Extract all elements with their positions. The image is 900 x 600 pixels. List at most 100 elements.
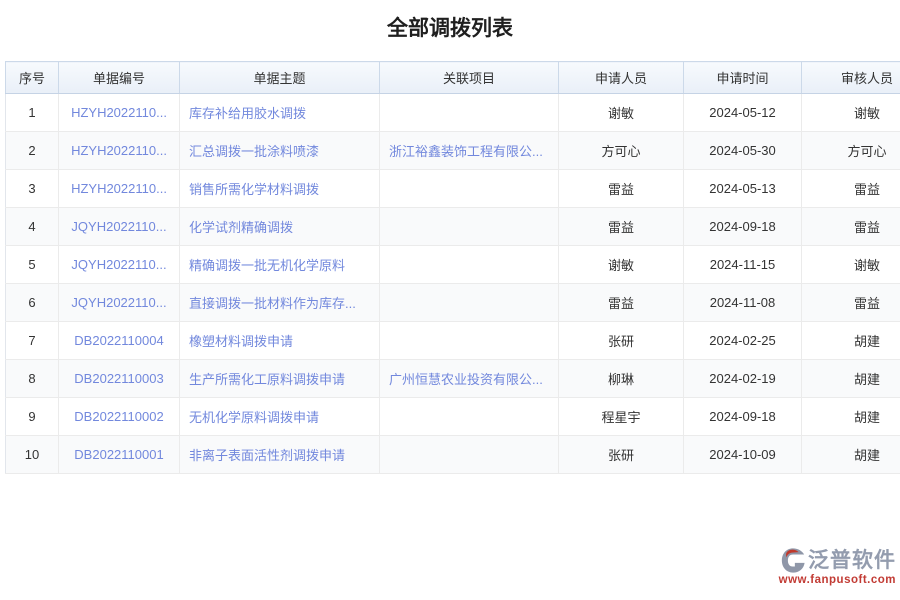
doc-no-link[interactable]: JQYH2022110...: [71, 257, 166, 272]
subject-link[interactable]: 化学试剂精确调拨: [189, 220, 293, 235]
cell-subject: 生产所需化工原料调拨申请: [180, 360, 380, 398]
subject-link[interactable]: 精确调拨一批无机化学原料: [189, 258, 345, 273]
table-row: 2 HZYH2022110... 汇总调拨一批涂料喷漆 浙江裕鑫装饰工程有限公... 方…: [6, 132, 900, 170]
cell-apply-time: 2024-09-18: [684, 398, 802, 436]
table-body: 1HZYH2022110...库存补给用胶水调拨谢敏2024-05-12谢敏2H…: [6, 94, 900, 474]
cell-project: [380, 436, 559, 474]
doc-no-link[interactable]: DB2022110004: [74, 333, 163, 348]
cell-reviewer: 雷益: [802, 208, 900, 246]
cell-apply-time: 2024-09-18: [684, 208, 802, 246]
subject-link[interactable]: 橡塑材料调拨申请: [189, 334, 293, 349]
cell-doc-no: DB2022110002: [59, 398, 180, 436]
subject-link[interactable]: 生产所需化工原料调拨申请: [189, 372, 345, 387]
table-row: 6JQYH2022110...直接调拨一批材料作为库存...雷益2024-11-…: [6, 284, 900, 322]
cell-apply-time: 2024-11-08: [684, 284, 802, 322]
doc-no-link[interactable]: HZYH2022110...: [71, 105, 167, 120]
cell-project: 浙江裕鑫装饰工程有限公...: [380, 132, 559, 170]
column-header-subject: 单据主题: [180, 62, 380, 94]
cell-index: 10: [6, 436, 59, 474]
doc-no-link[interactable]: JQYH2022110...: [71, 295, 166, 310]
cell-project: [380, 284, 559, 322]
table-row: 9DB2022110002无机化学原料调拨申请程星宇2024-09-18胡建: [6, 398, 900, 436]
table-row: 7DB2022110004橡塑材料调拨申请张研2024-02-25胡建: [6, 322, 900, 360]
cell-index: 7: [6, 322, 59, 360]
page-title: 全部调拨列表: [0, 0, 900, 43]
cell-reviewer: 胡建: [802, 360, 900, 398]
doc-no-link[interactable]: DB2022110002: [74, 409, 163, 424]
cell-reviewer: 谢敏: [802, 94, 900, 132]
cell-subject: 橡塑材料调拨申请: [180, 322, 380, 360]
project-link[interactable]: 浙江裕鑫装饰工程有限公...: [389, 144, 543, 159]
cell-reviewer: 谢敏: [802, 246, 900, 284]
cell-applicant: 张研: [559, 436, 684, 474]
subject-link[interactable]: 直接调拨一批材料作为库存...: [189, 296, 356, 311]
subject-link[interactable]: 库存补给用胶水调拨: [189, 106, 306, 121]
cell-applicant: 雷益: [559, 284, 684, 322]
cell-reviewer: 雷益: [802, 170, 900, 208]
cell-applicant: 柳琳: [559, 360, 684, 398]
table-header-row: 序号单据编号单据主题关联项目申请人员申请时间审核人员: [6, 62, 900, 94]
transfer-table-container: 序号单据编号单据主题关联项目申请人员申请时间审核人员 1HZYH2022110.…: [5, 61, 900, 474]
doc-no-link[interactable]: DB2022110001: [74, 447, 163, 462]
subject-link[interactable]: 无机化学原料调拨申请: [189, 410, 319, 425]
cell-reviewer: 胡建: [802, 398, 900, 436]
cell-subject: 库存补给用胶水调拨: [180, 94, 380, 132]
cell-doc-no: DB2022110001: [59, 436, 180, 474]
table-header: 序号单据编号单据主题关联项目申请人员申请时间审核人员: [6, 62, 900, 94]
cell-apply-time: 2024-05-30: [684, 132, 802, 170]
cell-project: [380, 322, 559, 360]
cell-doc-no: DB2022110003: [59, 360, 180, 398]
subject-link[interactable]: 非离子表面活性剂调拨申请: [189, 448, 345, 463]
cell-index: 2: [6, 132, 59, 170]
cell-apply-time: 2024-02-25: [684, 322, 802, 360]
cell-applicant: 谢敏: [559, 246, 684, 284]
column-header-doc-no: 单据编号: [59, 62, 180, 94]
cell-apply-time: 2024-10-09: [684, 436, 802, 474]
subject-link[interactable]: 销售所需化学材料调拨: [189, 182, 319, 197]
cell-reviewer: 方可心: [802, 132, 900, 170]
cell-project: [380, 246, 559, 284]
cell-subject: 直接调拨一批材料作为库存...: [180, 284, 380, 322]
cell-apply-time: 2024-05-13: [684, 170, 802, 208]
cell-reviewer: 胡建: [802, 436, 900, 474]
subject-link[interactable]: 汇总调拨一批涂料喷漆: [189, 144, 319, 159]
table-row: 4 JQYH2022110... 化学试剂精确调拨 雷益2024-09-18雷益: [6, 208, 900, 246]
cell-project: [380, 170, 559, 208]
cell-doc-no: HZYH2022110...: [59, 132, 180, 170]
table-row: 5 JQYH2022110... 精确调拨一批无机化学原料 谢敏2024-11-15谢…: [6, 246, 900, 284]
project-link[interactable]: 广州恒慧农业投资有限公...: [389, 372, 543, 387]
cell-index: 5: [6, 246, 59, 284]
cell-applicant: 张研: [559, 322, 684, 360]
cell-doc-no: HZYH2022110...: [59, 94, 180, 132]
doc-no-link[interactable]: HZYH2022110...: [71, 181, 167, 196]
cell-applicant: 谢敏: [559, 94, 684, 132]
brand-url: www.fanpusoft.com: [779, 574, 896, 586]
cell-applicant: 方可心: [559, 132, 684, 170]
doc-no-link[interactable]: JQYH2022110...: [71, 219, 166, 234]
cell-subject: 无机化学原料调拨申请: [180, 398, 380, 436]
table-row: 1HZYH2022110...库存补给用胶水调拨谢敏2024-05-12谢敏: [6, 94, 900, 132]
cell-doc-no: JQYH2022110...: [59, 246, 180, 284]
transfer-table: 序号单据编号单据主题关联项目申请人员申请时间审核人员 1HZYH2022110.…: [5, 61, 900, 474]
cell-subject: 销售所需化学材料调拨: [180, 170, 380, 208]
cell-project: [380, 398, 559, 436]
column-header-reviewer: 审核人员: [802, 62, 900, 94]
cell-index: 4: [6, 208, 59, 246]
fanpu-watermark: 泛普软件 www.fanpusoft.com: [756, 547, 896, 586]
column-header-applicant: 申请人员: [559, 62, 684, 94]
cell-project: 广州恒慧农业投资有限公...: [380, 360, 559, 398]
doc-no-link[interactable]: HZYH2022110...: [71, 143, 167, 158]
column-header-index: 序号: [6, 62, 59, 94]
doc-no-link[interactable]: DB2022110003: [74, 371, 163, 386]
cell-index: 3: [6, 170, 59, 208]
cell-applicant: 雷益: [559, 208, 684, 246]
cell-subject: 精确调拨一批无机化学原料: [180, 246, 380, 284]
cell-doc-no: DB2022110004: [59, 322, 180, 360]
cell-apply-time: 2024-02-19: [684, 360, 802, 398]
cell-subject: 汇总调拨一批涂料喷漆: [180, 132, 380, 170]
cell-project: [380, 208, 559, 246]
cell-apply-time: 2024-11-15: [684, 246, 802, 284]
cell-applicant: 雷益: [559, 170, 684, 208]
cell-doc-no: HZYH2022110...: [59, 170, 180, 208]
cell-subject: 非离子表面活性剂调拨申请: [180, 436, 380, 474]
